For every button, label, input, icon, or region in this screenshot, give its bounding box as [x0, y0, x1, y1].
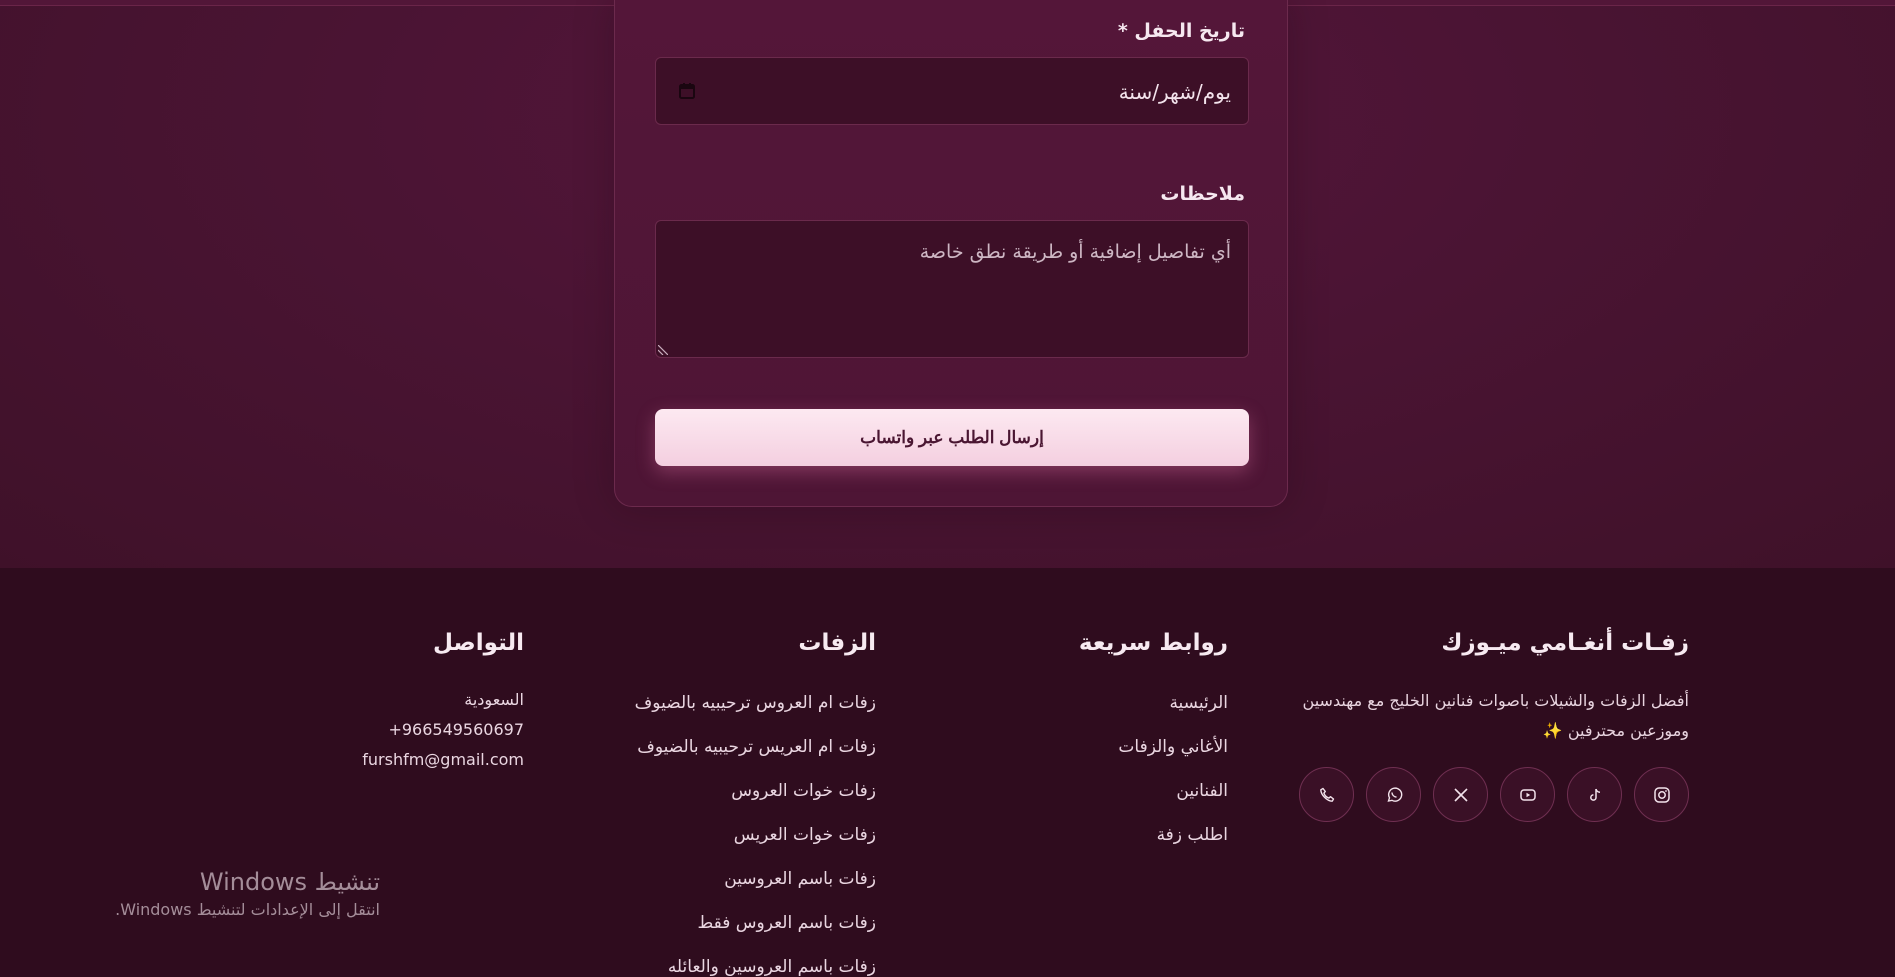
wedding-link[interactable]: زفات باسم العروسين والعائله	[635, 957, 876, 977]
contact-country: السعودية	[464, 690, 524, 709]
instagram-icon	[1653, 786, 1670, 803]
x-link[interactable]	[1433, 767, 1488, 822]
windows-activation-watermark: تنشيط Windows انتقل إلى الإعدادات لتنشيط…	[96, 868, 380, 919]
quick-link-artists[interactable]: الفنانين	[1118, 781, 1228, 825]
youtube-link[interactable]	[1500, 767, 1555, 822]
notes-textarea[interactable]: أي تفاصيل إضافية أو طريقة نطق خاصة	[655, 220, 1249, 358]
contact-title: التواصل	[433, 630, 524, 656]
whatsapp-icon	[1386, 786, 1402, 802]
resize-handle-icon[interactable]	[658, 345, 668, 355]
quick-link-songs[interactable]: الأغاني والزفات	[1118, 737, 1228, 781]
event-date-label: تاريخ الحفل *	[1117, 20, 1245, 42]
wedding-link[interactable]: زفات خوات العروس	[635, 781, 876, 825]
phone-link[interactable]	[1299, 767, 1354, 822]
whatsapp-link[interactable]	[1366, 767, 1421, 822]
notes-placeholder: أي تفاصيل إضافية أو طريقة نطق خاصة	[919, 241, 1231, 263]
wedding-link[interactable]: زفات خوات العريس	[635, 825, 876, 869]
wedding-link[interactable]: زفات ام العريس ترحيبيه بالضيوف	[635, 737, 876, 781]
calendar-icon[interactable]	[678, 82, 696, 100]
quick-link-home[interactable]: الرئيسية	[1118, 693, 1228, 737]
windows-activation-subtitle: انتقل إلى الإعدادات لتنشيط Windows.	[115, 900, 380, 919]
contact-phone[interactable]: +966549560697	[362, 720, 524, 750]
phone-icon	[1319, 787, 1334, 802]
submit-whatsapp-button[interactable]: إرسال الطلب عبر واتساب	[655, 409, 1249, 466]
order-form-card: تاريخ الحفل * يوم/شهر/سنة ملاحظات أي تفا…	[614, 0, 1288, 507]
order-form-section: تاريخ الحفل * يوم/شهر/سنة ملاحظات أي تفا…	[0, 0, 1895, 568]
quick-links-list: الرئيسية الأغاني والزفات الفنانين اطلب ز…	[1118, 693, 1228, 869]
wedding-link[interactable]: زفات ام العروس ترحيبيه بالضيوف	[635, 693, 876, 737]
quick-links-title: روابط سريعة	[1078, 630, 1228, 656]
contact-list: السعودية +966549560697 furshfm@gmail.com	[362, 690, 524, 780]
event-date-value: يوم/شهر/سنة	[1118, 80, 1231, 104]
tiktok-icon	[1589, 788, 1600, 801]
event-date-input[interactable]: يوم/شهر/سنة	[655, 57, 1249, 125]
weddings-title: الزفات	[798, 630, 876, 656]
quick-link-order[interactable]: اطلب زفة	[1118, 825, 1228, 869]
instagram-link[interactable]	[1634, 767, 1689, 822]
x-icon	[1453, 787, 1468, 802]
social-links	[1299, 767, 1689, 822]
windows-activation-title: تنشيط Windows	[199, 868, 380, 896]
tiktok-link[interactable]	[1567, 767, 1622, 822]
contact-email[interactable]: furshfm@gmail.com	[362, 750, 524, 780]
brand-name: زفـات أنغـامي ميـوزك	[1441, 630, 1689, 656]
youtube-icon	[1519, 788, 1536, 801]
weddings-list: زفات ام العروس ترحيبيه بالضيوف زفات ام ا…	[635, 693, 876, 977]
wedding-link[interactable]: زفات باسم العروسين	[635, 869, 876, 913]
wedding-link[interactable]: زفات باسم العروس فقط	[635, 913, 876, 957]
brand-tagline: أفضل الزفات والشيلات باصوات فنانين الخلي…	[1302, 691, 1689, 740]
notes-label: ملاحظات	[1160, 183, 1245, 205]
